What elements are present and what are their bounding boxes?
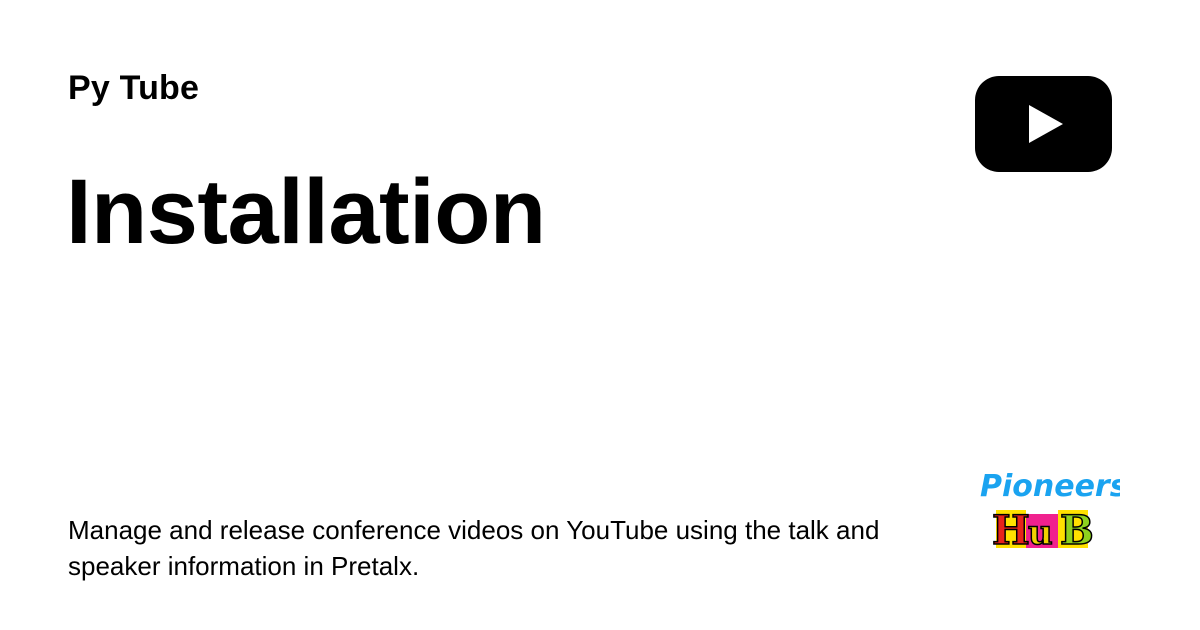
page-description: Manage and release conference videos on …: [68, 515, 880, 581]
brand-letter-u: u: [1028, 513, 1053, 552]
youtube-logo-icon: [975, 76, 1112, 172]
youtube-play-icon: [975, 76, 1112, 172]
brand-letter-h: H: [992, 507, 1030, 552]
social-card: Py Tube Installation Manage and release …: [0, 0, 1200, 630]
site-name: Py Tube: [68, 69, 200, 107]
pioneers-hub-logo: Pioneers H u B: [976, 458, 1120, 552]
pioneers-hub-logo-mark: Pioneers H u B: [980, 469, 1120, 552]
page-title: Installation: [66, 161, 546, 263]
brand-word-top: Pioneers: [980, 469, 1120, 504]
brand-letter-b: B: [1060, 507, 1094, 552]
